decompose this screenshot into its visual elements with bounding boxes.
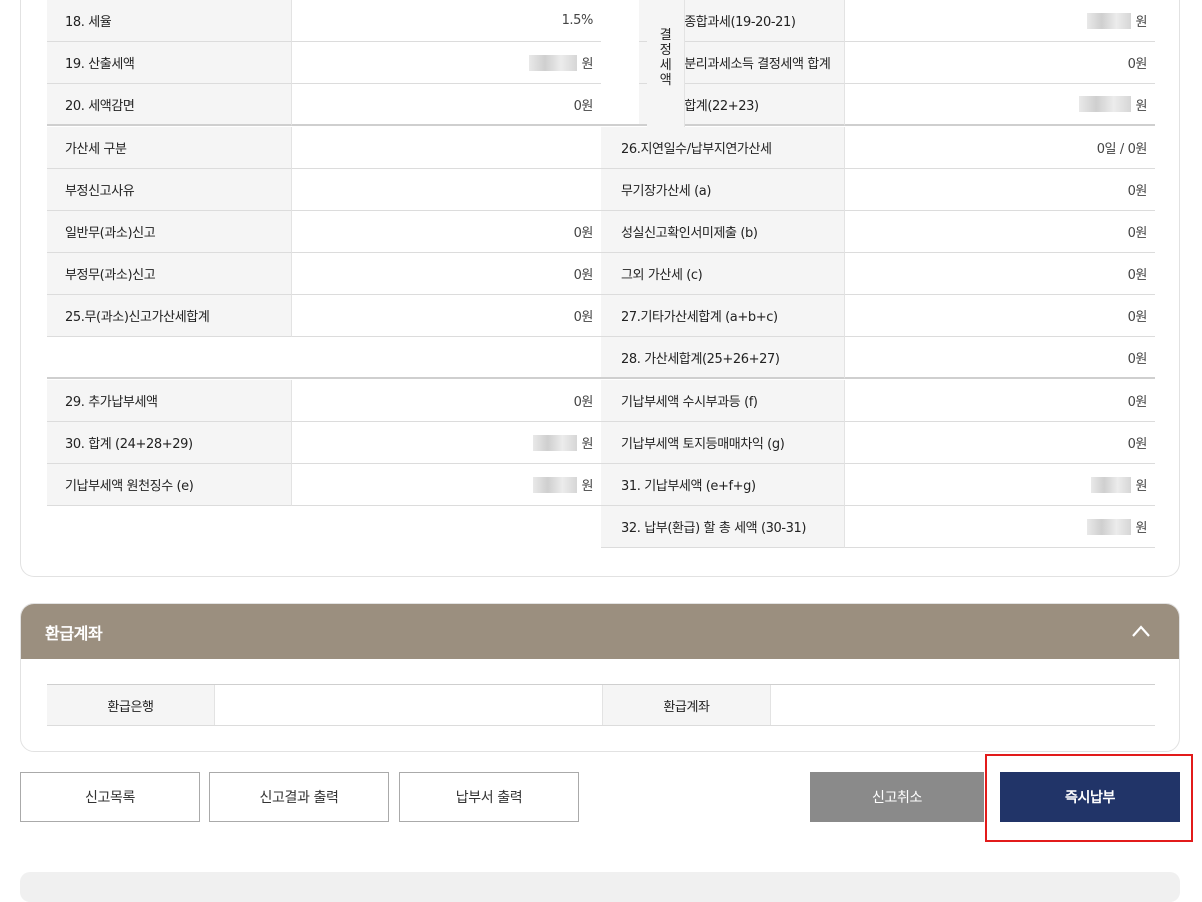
label-sum-24-28-29: 30. 합계 (24+28+29) <box>47 422 292 464</box>
refund-account-label: 환급계좌 <box>603 685 771 725</box>
chevron-up-icon[interactable] <box>1131 622 1151 642</box>
tax-row: 18. 세율 1.5% 22. 종합과세(19-20-21) 원 <box>47 0 1155 42</box>
label-other-penalty-total: 27.기타가산세합계 (a+b+c) <box>601 295 845 337</box>
masked-amount <box>529 54 578 71</box>
tax-row: 32. 납부(환급) 할 총 세액 (30-31) 원 <box>47 506 1155 548</box>
value-tax-reduction: 0원 <box>292 84 601 126</box>
value-prepaid-total: 원 <box>845 464 1155 506</box>
label-calculated-tax: 19. 산출세액 <box>47 42 292 84</box>
masked-amount <box>533 476 578 493</box>
tax-row: 기납부세액 원천징수 (e) 원 31. 기납부세액 (e+f+g) 원 <box>47 464 1155 506</box>
tax-row: 28. 가산세합계(25+26+27) 0원 <box>47 337 1155 379</box>
value-withholding: 원 <box>292 464 601 506</box>
value-prepaid-occasional: 0원 <box>845 380 1155 422</box>
tax-row: 일반무(과소)신고 0원 성실신고확인서미제출 (b) 0원 <box>47 211 1155 253</box>
tax-row: 부정무(과소)신고 0원 그외 가산세 (c) 0원 <box>47 253 1155 295</box>
label-withholding: 기납부세액 원천징수 (e) <box>47 464 292 506</box>
print-result-button[interactable]: 신고결과 출력 <box>209 772 389 822</box>
value-other-penalty: 0원 <box>845 253 1155 295</box>
tax-row: 29. 추가납부세액 0원 기납부세액 수시부과등 (f) 0원 <box>47 380 1155 422</box>
value-general-nonfiling: 0원 <box>292 211 601 253</box>
label-delay-days: 26.지연일수/납부지연가산세 <box>601 127 845 169</box>
refund-account-title: 환급계좌 <box>45 623 103 643</box>
value-penalty-type <box>292 127 601 169</box>
masked-amount <box>1087 12 1132 29</box>
refund-bank-value <box>215 685 603 725</box>
tax-row: 25.무(과소)신고가산세합계 0원 27.기타가산세합계 (a+b+c) 0원 <box>47 295 1155 337</box>
label-penalty-type: 가산세 구분 <box>47 127 292 169</box>
value-nonfiling-penalty-total: 0원 <box>292 295 601 337</box>
label-prepaid-total: 31. 기납부세액 (e+f+g) <box>601 464 845 506</box>
value-penalty-total: 0원 <box>845 337 1155 379</box>
value-no-bookkeeping-penalty: 0원 <box>845 169 1155 211</box>
value-faithful-report-missing: 0원 <box>845 211 1155 253</box>
report-list-button[interactable]: 신고목록 <box>20 772 200 822</box>
masked-amount <box>1079 96 1132 112</box>
value-other-penalty-total: 0원 <box>845 295 1155 337</box>
label-tax-rate: 18. 세율 <box>47 0 292 42</box>
tax-row: 가산세 구분 26.지연일수/납부지연가산세 0일 / 0원 <box>47 127 1155 169</box>
label-faithful-report-missing: 성실신고확인서미제출 (b) <box>601 211 845 253</box>
bottom-panel <box>20 872 1180 902</box>
masked-amount <box>1087 518 1132 535</box>
label-prepaid-land-gain: 기납부세액 토지등매매차익 (g) <box>601 422 845 464</box>
refund-account-header[interactable]: 환급계좌 <box>21 604 1179 659</box>
label-general-nonfiling: 일반무(과소)신고 <box>47 211 292 253</box>
refund-bank-label: 환급은행 <box>47 685 215 725</box>
label-tax-reduction: 20. 세액감면 <box>47 84 292 126</box>
pay-now-highlight-box <box>985 754 1193 842</box>
label-penalty-total: 28. 가산세합계(25+26+27) <box>601 337 845 379</box>
value-additional-payment: 0원 <box>292 380 601 422</box>
value-fraud-reason <box>292 169 601 211</box>
tax-row: 19. 산출세액 원 23. 분리과세소득 결정세액 합계 0원 <box>47 42 1155 84</box>
cancel-report-button[interactable]: 신고취소 <box>810 772 984 822</box>
value-delay-days: 0일 / 0원 <box>845 127 1155 169</box>
value-total-22-23: 원 <box>845 84 1155 126</box>
masked-amount <box>533 434 578 451</box>
label-fraud-reason: 부정신고사유 <box>47 169 292 211</box>
tax-summary-card: 18. 세율 1.5% 22. 종합과세(19-20-21) 원 19. 산출세… <box>20 0 1180 577</box>
print-bill-button[interactable]: 납부서 출력 <box>399 772 579 822</box>
label-prepaid-occasional: 기납부세액 수시부과등 (f) <box>601 380 845 422</box>
label-fraud-nonfiling: 부정무(과소)신고 <box>47 253 292 295</box>
tax-row: 20. 세액감면 0원 24. 합계(22+23) 원 <box>47 84 1155 126</box>
label-final-payable: 32. 납부(환급) 할 총 세액 (30-31) <box>601 506 845 548</box>
value-sum-24-28-29: 원 <box>292 422 601 464</box>
value-fraud-nonfiling: 0원 <box>292 253 601 295</box>
value-prepaid-land-gain: 0원 <box>845 422 1155 464</box>
value-final-payable: 원 <box>845 506 1155 548</box>
label-nonfiling-penalty-total: 25.무(과소)신고가산세합계 <box>47 295 292 337</box>
tax-row: 30. 합계 (24+28+29) 원 기납부세액 토지등매매차익 (g) 0원 <box>47 422 1155 464</box>
value-comprehensive-tax: 원 <box>845 0 1155 42</box>
tax-row: 부정신고사유 무기장가산세 (a) 0원 <box>47 169 1155 211</box>
label-no-bookkeeping-penalty: 무기장가산세 (a) <box>601 169 845 211</box>
value-tax-rate: 1.5% <box>292 0 601 42</box>
label-additional-payment: 29. 추가납부세액 <box>47 380 292 422</box>
masked-amount <box>1091 476 1132 493</box>
refund-account-row: 환급은행 환급계좌 <box>47 684 1155 726</box>
value-calculated-tax: 원 <box>292 42 601 84</box>
refund-account-value <box>771 685 1155 725</box>
refund-account-card: 환급계좌 환급은행 환급계좌 <box>20 603 1180 752</box>
decided-tax-group-label: 결정세액 <box>647 0 685 128</box>
label-other-penalty: 그외 가산세 (c) <box>601 253 845 295</box>
value-separate-tax-total: 0원 <box>845 42 1155 84</box>
